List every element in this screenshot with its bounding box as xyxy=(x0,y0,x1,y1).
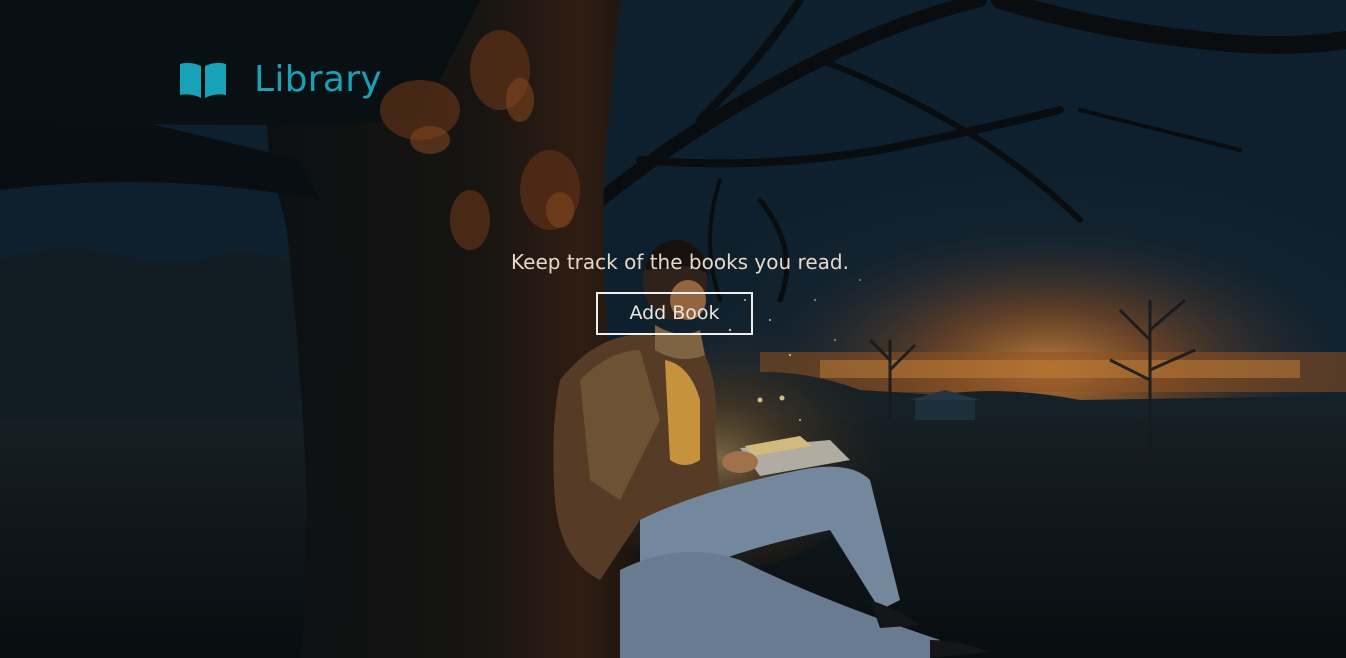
add-book-button[interactable]: Add Book xyxy=(596,292,753,335)
open-book-icon xyxy=(180,62,226,98)
hero-section: Library Keep track of the books you read… xyxy=(0,0,1346,658)
brand-link[interactable]: Library xyxy=(180,58,382,102)
hero-tagline: Keep track of the books you read. xyxy=(511,250,849,274)
brand-title: Library xyxy=(254,59,382,100)
